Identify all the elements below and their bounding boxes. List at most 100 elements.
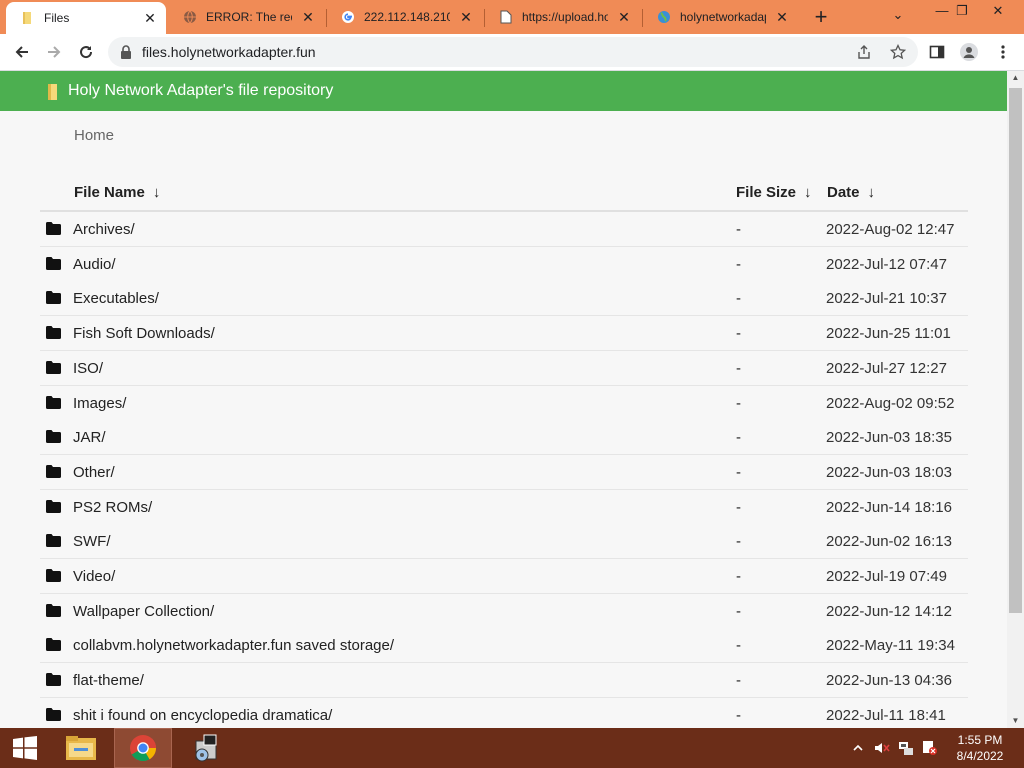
action-center-error-icon[interactable] — [922, 740, 938, 756]
table-row[interactable]: Other/ - 2022-Jun-03 18:03 — [40, 454, 968, 490]
table-row[interactable]: JAR/ - 2022-Jun-03 18:35 — [40, 420, 968, 456]
close-icon[interactable]: ✕ — [616, 9, 632, 25]
new-tab-plus-icon[interactable]: + — [808, 6, 834, 28]
share-icon[interactable] — [856, 44, 872, 60]
back-arrow-icon[interactable] — [10, 40, 34, 64]
sort-arrow-icon: ↓ — [867, 184, 876, 201]
file-size: - — [736, 706, 741, 724]
table-row[interactable]: flat-theme/ - 2022-Jun-13 04:36 — [40, 663, 968, 699]
tab-upload[interactable]: https://upload.ho ✕ — [484, 0, 640, 34]
folder-icon — [46, 291, 61, 309]
close-icon[interactable]: ✕ — [458, 9, 474, 25]
start-button[interactable] — [0, 728, 50, 768]
file-name-link[interactable]: Other/ — [73, 464, 115, 481]
file-date: 2022-May-11 19:34 — [826, 637, 955, 655]
tab-ip-address[interactable]: 222.112.148.210 / ✕ — [326, 0, 482, 34]
chrome-taskbar-button[interactable] — [114, 728, 172, 768]
restore-icon[interactable]: ❐ — [944, 0, 980, 24]
folder-icon — [46, 430, 61, 448]
windows-logo-icon — [13, 736, 37, 760]
file-name-link[interactable]: Images/ — [73, 395, 126, 412]
file-size: - — [736, 637, 741, 655]
chevron-down-icon[interactable]: ⌄ — [880, 4, 916, 28]
lock-icon[interactable] — [120, 45, 132, 64]
folder-icon — [46, 707, 61, 726]
folder-icon — [46, 360, 61, 379]
file-name-link[interactable]: Video/ — [73, 568, 115, 585]
file-size: - — [736, 325, 741, 343]
close-icon[interactable]: ✕ — [300, 9, 316, 25]
file-name-link[interactable]: flat-theme/ — [73, 672, 144, 689]
close-icon[interactable]: ✕ — [774, 9, 790, 25]
file-name-link[interactable]: collabvm.holynetworkadapter.fun saved st… — [73, 637, 394, 654]
file-size: - — [736, 394, 741, 412]
installer-taskbar-button[interactable] — [178, 728, 234, 768]
profile-avatar-icon[interactable] — [960, 43, 978, 61]
file-name-link[interactable]: shit i found on encyclopedia dramatica/ — [73, 707, 332, 724]
table-row[interactable]: ISO/ - 2022-Jul-27 12:27 — [40, 350, 968, 386]
star-bookmark-icon[interactable] — [890, 44, 906, 60]
file-name-link[interactable]: JAR/ — [73, 429, 106, 446]
scrollbar-thumb[interactable] — [1009, 88, 1022, 613]
address-bar[interactable]: files.holynetworkadapter.fun — [108, 37, 918, 67]
reload-icon[interactable] — [74, 40, 98, 64]
column-file-name[interactable]: File Name ↓ — [74, 184, 160, 201]
network-icon[interactable] — [898, 740, 914, 756]
file-name-link[interactable]: Audio/ — [73, 256, 116, 273]
tab-error[interactable]: ERROR: The requ ✕ — [168, 0, 324, 34]
file-name-link[interactable]: Executables/ — [73, 290, 159, 307]
file-explorer-button[interactable] — [56, 728, 106, 768]
file-name-link[interactable]: Wallpaper Collection/ — [73, 603, 214, 620]
column-date[interactable]: Date ↓ — [827, 184, 875, 201]
url-text[interactable]: files.holynetworkadapter.fun — [142, 44, 316, 60]
file-date: 2022-Jul-19 07:49 — [826, 568, 947, 585]
tab-title: 222.112.148.210 / — [364, 10, 450, 24]
kebab-menu-icon[interactable] — [994, 43, 1012, 61]
site-title[interactable]: Holy Network Adapter's file repository — [68, 82, 333, 100]
file-size: - — [736, 221, 741, 238]
tab-files[interactable]: Files ✕ — [6, 2, 166, 34]
forward-arrow-icon[interactable] — [42, 40, 66, 64]
table-row[interactable]: shit i found on encyclopedia dramatica/ -… — [40, 697, 968, 728]
table-row[interactable]: Wallpaper Collection/ - 2022-Jun-12 14:12 — [40, 593, 968, 629]
table-row[interactable]: Images/ - 2022-Aug-02 09:52 — [40, 385, 968, 421]
show-hidden-icons-chevron-icon[interactable] — [850, 740, 866, 756]
tab-title: ERROR: The requ — [206, 10, 292, 24]
folder-icon — [46, 603, 61, 622]
column-file-size[interactable]: File Size ↓ — [736, 184, 812, 201]
scroll-down-arrow-icon[interactable]: ▼ — [1007, 714, 1024, 728]
volume-muted-icon[interactable] — [874, 740, 890, 756]
folder-icon — [46, 256, 61, 275]
table-row[interactable]: Audio/ - 2022-Jul-12 07:47 — [40, 246, 968, 282]
browser-tab-strip: Files ✕ ERROR: The requ ✕ 222.112.148.21… — [0, 0, 1024, 34]
file-size: - — [736, 602, 741, 620]
table-row[interactable]: Fish Soft Downloads/ - 2022-Jun-25 11:01 — [40, 316, 968, 352]
folder-icon — [46, 222, 61, 240]
close-icon[interactable]: ✕ — [142, 10, 158, 26]
file-name-link[interactable]: SWF/ — [73, 533, 111, 550]
tab-holynetworkadapter[interactable]: holynetworkadap ✕ — [642, 0, 798, 34]
system-clock[interactable]: 1:55 PM 8/4/2022 — [946, 732, 1014, 764]
file-name-link[interactable]: ISO/ — [73, 360, 103, 377]
table-row[interactable]: Executables/ - 2022-Jul-21 10:37 — [40, 281, 968, 317]
table-row[interactable]: SWF/ - 2022-Jun-02 16:13 — [40, 524, 968, 560]
file-size: - — [736, 463, 741, 481]
folder-icon — [46, 464, 61, 483]
file-date: 2022-Jun-03 18:03 — [826, 463, 952, 481]
file-name-link[interactable]: PS2 ROMs/ — [73, 499, 152, 516]
file-size: - — [736, 568, 741, 585]
window-close-icon[interactable]: ✕ — [980, 0, 1016, 24]
table-row[interactable]: PS2 ROMs/ - 2022-Jun-14 18:16 — [40, 489, 968, 525]
scroll-up-arrow-icon[interactable]: ▲ — [1007, 71, 1024, 85]
table-row[interactable]: Archives/ - 2022-Aug-02 12:47 — [40, 212, 968, 247]
table-row[interactable]: collabvm.holynetworkadapter.fun saved st… — [40, 628, 968, 664]
clock-date: 8/4/2022 — [956, 749, 1004, 763]
tab-title: holynetworkadap — [680, 10, 766, 24]
folder-icon — [46, 395, 61, 414]
file-name-link[interactable]: Archives/ — [73, 221, 135, 238]
table-row[interactable]: Video/ - 2022-Jul-19 07:49 — [40, 559, 968, 594]
breadcrumb-home[interactable]: Home — [74, 127, 114, 144]
side-panel-icon[interactable] — [928, 43, 946, 61]
vertical-scrollbar[interactable]: ▲ ▼ — [1007, 71, 1024, 728]
file-name-link[interactable]: Fish Soft Downloads/ — [73, 325, 215, 342]
